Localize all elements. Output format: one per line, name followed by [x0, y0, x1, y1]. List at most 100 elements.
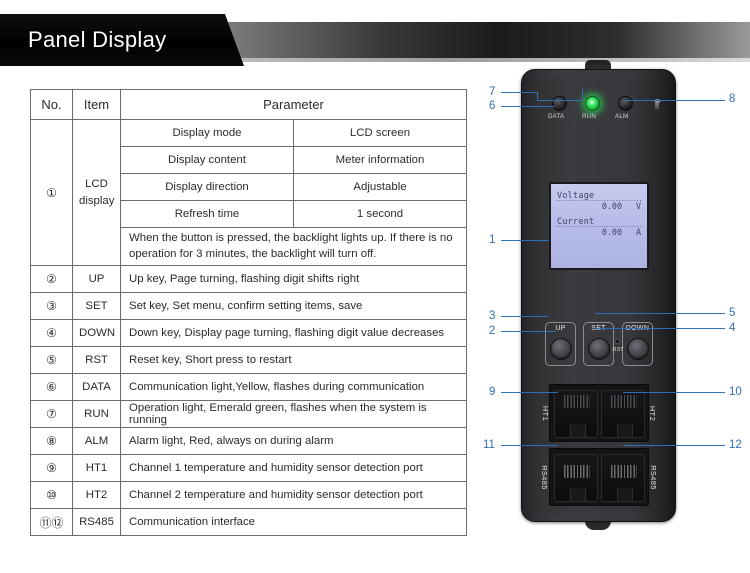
row-item: UP [72, 265, 121, 294]
lcd-voltage-label: Voltage [557, 190, 595, 200]
callout-line-2 [501, 331, 556, 332]
lcd-param-value: LCD screen [293, 119, 467, 147]
row-description: Alarm light, Red, always on during alarm [120, 427, 467, 456]
table-row: ③ SET Set key, Set menu, confirm setting… [30, 292, 467, 321]
row-item: ALM [72, 427, 121, 456]
table-row: ① LCD display Display mode LCD screen [30, 118, 467, 267]
alarm-led-label: ALM [615, 113, 629, 120]
table-row: ⑦ RUN Operation light, Emerald green, fl… [30, 400, 467, 429]
row-item: RUN [72, 400, 121, 429]
row-description: Channel 1 temperature and humidity senso… [120, 454, 467, 483]
callout-line-12 [623, 445, 725, 446]
screw-icon [653, 99, 661, 109]
table-row: ⑩ HT2 Channel 2 temperature and humidity… [30, 481, 467, 510]
table-row: ⑧ ALM Alarm light, Red, always on during… [30, 427, 467, 456]
callout-line-6 [501, 106, 555, 107]
callout-line-7b [537, 100, 582, 101]
table-row: ⑤ RST Reset key, Short press to restart [30, 346, 467, 375]
callout-number-7: 7 [489, 86, 496, 98]
column-header-item: Item [72, 89, 121, 120]
table-row: ⑨ HT1 Channel 1 temperature and humidity… [30, 454, 467, 483]
rs485-left-port-label: RS485 [539, 465, 549, 490]
callout-line-4 [595, 328, 725, 329]
alarm-led-icon [618, 96, 633, 111]
row-no: ⑥ [30, 373, 73, 402]
row-description: Communication light,Yellow, flashes duri… [120, 373, 467, 402]
page-header-banner: Panel Display [0, 14, 750, 66]
device-illustration: DATA RUN ALM Voltage 0.00 V Current 0.00… [477, 60, 750, 573]
lcd-screen: Voltage 0.00 V Current 0.00 A [549, 182, 649, 270]
table-row: ② UP Up key, Page turning, flashing digi… [30, 265, 467, 294]
row-no: ⑧ [30, 427, 73, 456]
callout-line-3 [501, 316, 549, 317]
ht2-port-label: HT2 [647, 405, 657, 422]
run-led-label: RUN [582, 113, 597, 120]
callout-line-1 [501, 240, 549, 241]
reset-pinhole-button[interactable] [615, 339, 620, 344]
page-title: Panel Display [28, 27, 167, 52]
lcd-current-value: 0.00 [601, 227, 622, 237]
callout-line-7-drop [537, 92, 538, 100]
table-row: ④ DOWN Down key, Display page turning, f… [30, 319, 467, 348]
callout-number-11: 11 [483, 439, 495, 451]
lcd-current-label: Current [557, 216, 595, 226]
row-description: Up key, Page turning, flashing digit shi… [120, 265, 467, 294]
lcd-current-unit: A [635, 227, 641, 237]
rs485-port-block: RS485 RS485 [540, 448, 658, 506]
data-led-label: DATA [548, 113, 565, 120]
callout-line-5 [595, 313, 725, 314]
up-button[interactable]: UP [545, 322, 576, 366]
lcd-item-line1: LCD [85, 177, 108, 190]
lcd-current-value-line: 0.00 A [556, 227, 642, 242]
lcd-param-value: Adjustable [293, 173, 467, 201]
callout-number-2: 2 [489, 325, 496, 337]
callout-line-7-riser [582, 87, 583, 100]
lcd-voltage-label-line: Voltage [556, 190, 642, 201]
lcd-param-value: 1 second [293, 200, 467, 228]
ht2-rj45-port[interactable] [601, 390, 645, 438]
row-description: Channel 2 temperature and humidity senso… [120, 481, 467, 510]
column-header-parameter: Parameter [120, 89, 467, 120]
run-led-icon [585, 96, 600, 111]
table-row: ⑥ DATA Communication light,Yellow, flash… [30, 373, 467, 402]
up-button-knob[interactable] [549, 338, 572, 360]
row-no: ⑪⑫ [30, 508, 73, 537]
row-no-lcd: ① [30, 118, 73, 267]
row-description: Set key, Set menu, confirm setting items… [120, 292, 467, 321]
rs485-right-port-label: RS485 [649, 465, 659, 490]
row-item: HT1 [72, 454, 121, 483]
device-housing: DATA RUN ALM Voltage 0.00 V Current 0.00… [521, 69, 676, 522]
row-description: Communication interface [120, 508, 467, 537]
down-button-knob[interactable] [626, 338, 649, 360]
row-item: RS485 [72, 508, 121, 537]
ht1-port-label: HT1 [541, 405, 551, 422]
callout-line-8 [625, 100, 725, 101]
lcd-param-value: Meter information [293, 146, 467, 174]
callout-line-9 [501, 392, 558, 393]
reset-button-label: RST [612, 347, 624, 353]
lcd-current-label-line: Current [556, 216, 642, 227]
callout-number-9: 9 [489, 386, 496, 398]
row-no: ⑦ [30, 400, 73, 429]
callout-number-12: 12 [729, 439, 742, 451]
callout-number-6: 6 [489, 100, 496, 112]
rs485-left-rj45-port[interactable] [554, 454, 598, 502]
callout-number-4: 4 [729, 322, 736, 334]
row-no: ③ [30, 292, 73, 321]
row-item: RST [72, 346, 121, 375]
row-item: DOWN [72, 319, 121, 348]
ht1-rj45-port[interactable] [554, 390, 598, 438]
header-gradient-bar [150, 22, 750, 62]
column-header-no: No. [30, 89, 73, 120]
row-no: ⑨ [30, 454, 73, 483]
row-description: Operation light, Emerald green, flashes … [120, 400, 467, 429]
callout-line-10 [623, 392, 725, 393]
row-no: ⑩ [30, 481, 73, 510]
table-row: ⑪⑫ RS485 Communication interface [30, 508, 467, 537]
rs485-right-rj45-port[interactable] [601, 454, 645, 502]
row-no: ② [30, 265, 73, 294]
row-no: ⑤ [30, 346, 73, 375]
callout-number-3: 3 [489, 310, 496, 322]
table-header-row: No. Item Parameter [30, 89, 467, 120]
lcd-param-name: Refresh time [120, 200, 294, 228]
